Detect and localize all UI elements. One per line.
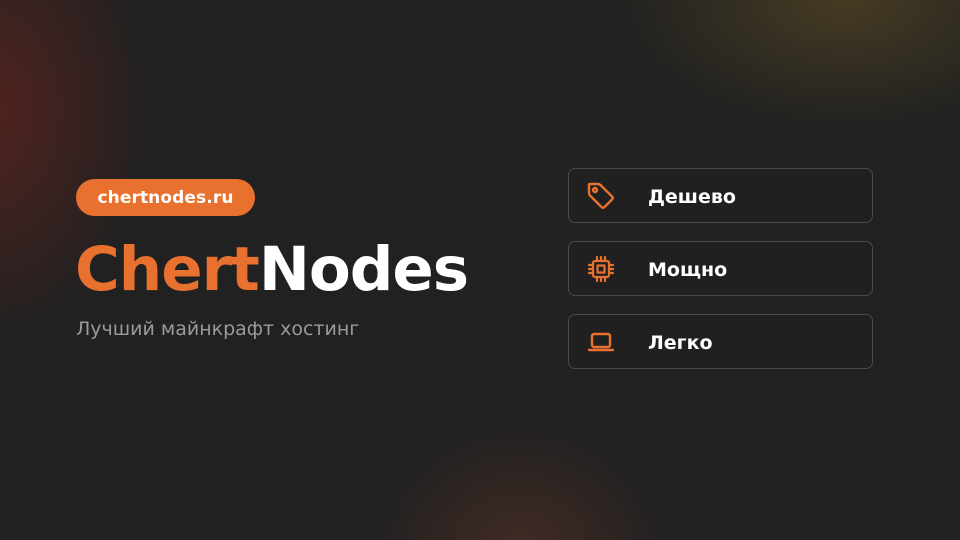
domain-badge-text: chertnodes.ru — [97, 187, 234, 208]
feature-label-cheap: Дешево — [648, 185, 736, 208]
brand-title: ChertNodes — [75, 228, 469, 312]
tag-icon — [585, 180, 617, 212]
domain-badge[interactable]: chertnodes.ru — [76, 179, 255, 216]
feature-label-powerful: Мощно — [648, 258, 728, 281]
cpu-chip-icon — [585, 253, 617, 285]
feature-label-easy: Легко — [648, 331, 713, 354]
brand-title-part1: Chert — [75, 234, 260, 305]
laptop-icon — [585, 326, 617, 358]
feature-card-powerful: Мощно — [568, 241, 873, 296]
feature-card-easy: Легко — [568, 314, 873, 369]
brand-title-part2: Nodes — [258, 234, 469, 305]
feature-card-cheap: Дешево — [568, 168, 873, 223]
tagline: Лучший майнкрафт хостинг — [76, 318, 360, 340]
